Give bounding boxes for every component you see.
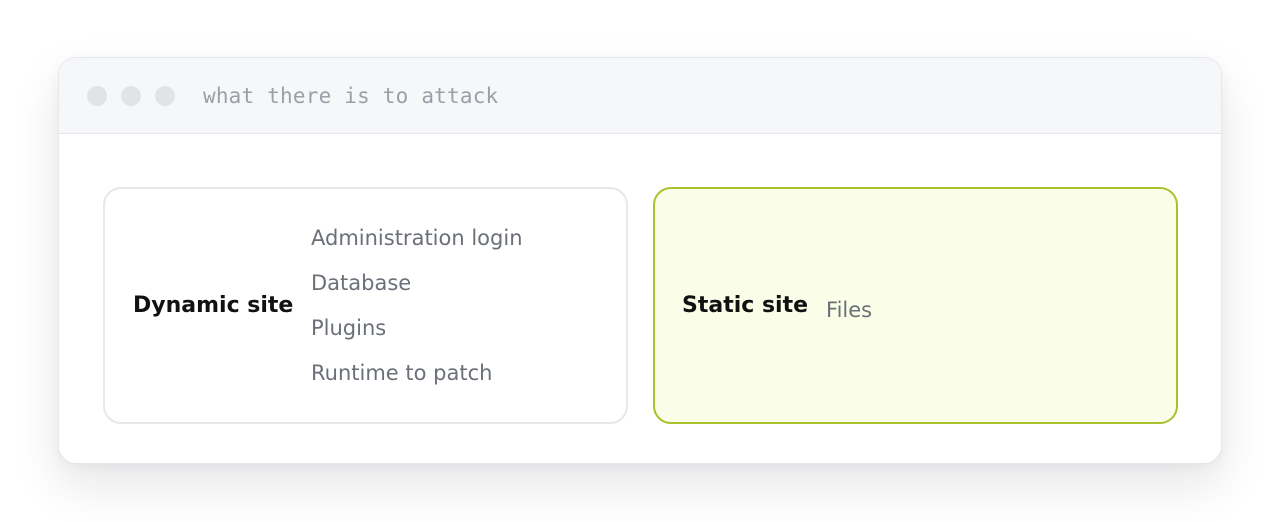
list-item: Plugins bbox=[311, 315, 387, 340]
static-site-list: Files bbox=[826, 296, 872, 325]
window-title: what there is to attack bbox=[203, 83, 499, 108]
list-item: Files bbox=[826, 298, 873, 322]
window-dot-icon[interactable] bbox=[87, 85, 107, 106]
dynamic-site-list: Administration login Database Plugins Ru… bbox=[311, 224, 523, 388]
list-item: Database bbox=[311, 270, 412, 295]
window-dot-icon[interactable] bbox=[155, 85, 175, 106]
list-item: Administration login bbox=[311, 225, 523, 250]
window-controls bbox=[87, 85, 175, 106]
dynamic-site-title: Dynamic site bbox=[133, 293, 294, 318]
static-site-title: Static site bbox=[682, 293, 809, 318]
dynamic-site-panel: Dynamic site Administration login Databa… bbox=[103, 187, 628, 424]
window: what there is to attack Dynamic site Adm… bbox=[58, 57, 1222, 464]
static-site-panel: Static site Files bbox=[653, 187, 1178, 424]
diagram-content: Dynamic site Administration login Databa… bbox=[59, 134, 1221, 463]
stage: what there is to attack Dynamic site Adm… bbox=[0, 0, 1280, 522]
list-item: Runtime to patch bbox=[311, 360, 493, 385]
title-bar: what there is to attack bbox=[59, 58, 1221, 134]
window-dot-icon[interactable] bbox=[121, 85, 141, 106]
